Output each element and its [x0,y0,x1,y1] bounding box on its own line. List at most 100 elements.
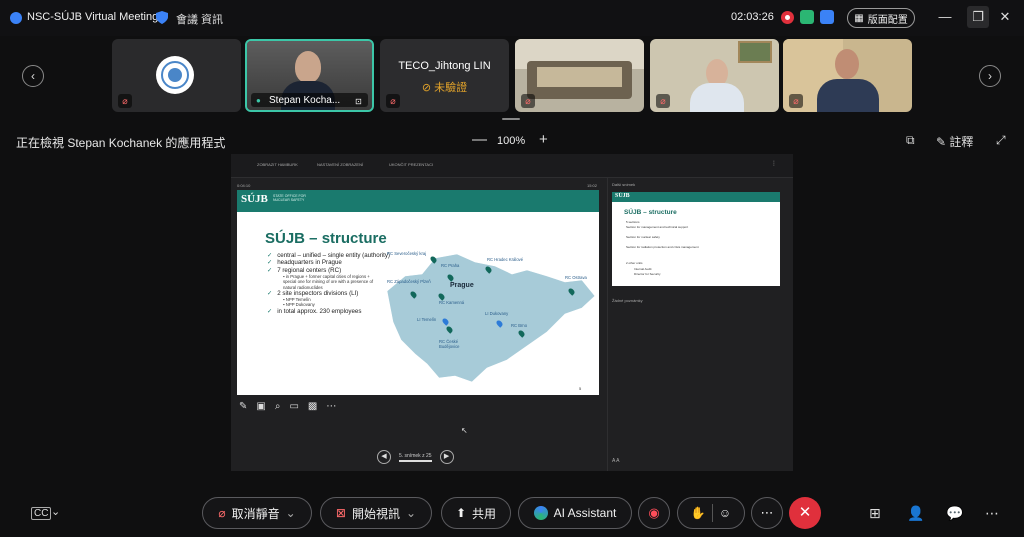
record-button[interactable]: ◉ [638,497,670,529]
ai-assistant-icon [533,506,548,520]
leave-meeting-button[interactable]: ✕ [789,497,821,529]
annotate-button[interactable]: ✎ 註釋 [936,133,973,150]
next-slide-line: Section for nuclear safety [626,235,660,239]
layout-button-label: 版面配置 [867,14,908,26]
meeting-info-link[interactable]: 會議 資訊 [176,11,223,27]
chat-icon[interactable]: 💬 [946,505,963,522]
video-off-icon: ⊠ [335,506,346,520]
zoom-in-button[interactable]: + [539,131,548,148]
share-icon: ⬆ [455,506,467,520]
raise-hand-icon[interactable]: ✋ [691,506,706,520]
share-label: 共用 [472,506,497,521]
next-slide-preview[interactable]: SÚJB SÚJB – structure 5 sections Section… [612,192,780,286]
chevron-down-icon[interactable]: ⌄ [51,505,60,518]
elapsed-time: 0:04:10 [237,183,251,188]
mouse-cursor: ↖ [461,426,468,435]
emoji-icon[interactable]: ☺ [719,506,731,520]
fullscreen-icon[interactable]: ⤢ [996,133,1006,148]
participants-icon[interactable]: 👤 [907,505,924,522]
toolbar-item[interactable]: UKONČIT PREZENTACI [389,162,433,167]
participant-name: Stepan Kocha... [269,95,341,106]
bullet-item: ✓ 2 site inspectors divisions (LI) [267,289,359,297]
zoom-out-button[interactable]: — [472,131,487,148]
next-slide-label: Další snímek [612,182,636,187]
map-label: RC Hradec Králové [487,257,524,262]
camera-icon[interactable]: ▩ [308,401,317,412]
bullet-item: ✓ headquarters in Prague [267,259,342,267]
speaker-notes: Žádné poznámky [612,298,643,303]
toolbar-item[interactable]: NASTAVENÍ ZOBRAZENÍ [317,162,363,167]
map-label: RC Kamenná [439,300,465,305]
mic-muted-icon: ⌀ [118,94,132,108]
more-options-button[interactable]: ⋯ [751,497,783,529]
pip-icon[interactable]: ⧉ [906,133,915,148]
resize-handle[interactable] [502,118,520,120]
mic-muted-icon: ⌀ [789,94,803,108]
current-slide: SÚJB STATE OFFICE FOR NUCLEAR SAFETY SÚJ… [237,190,599,395]
next-slide-button[interactable]: ▶ [439,450,454,464]
unmute-button[interactable]: ⌀ 取消靜音 ⌄ [202,497,312,529]
participant-tile[interactable]: ⌀ [650,39,779,112]
app-title: NSC-SÚJB Virtual Meeting [27,11,159,23]
stats-icon[interactable] [800,10,814,24]
share-button[interactable]: ⬆ 共用 [441,497,511,529]
prev-participants-button[interactable]: ‹ [22,65,44,87]
warning-icon: ⊘ [421,82,435,94]
next-slide-title: SÚJB – structure [624,209,677,216]
meeting-timer: 02:03:26 [731,11,774,23]
next-slide-line: Section for radiation protection and cri… [626,245,699,249]
more-panels-icon[interactable]: ⋯ [985,505,999,522]
magnifier-icon[interactable]: ⌕ [275,401,281,412]
pen-icon: ✎ [936,135,947,149]
more-icon[interactable]: ⋯ [326,401,336,412]
slide-title: SÚJB – structure [265,230,387,247]
presenter-toolbar: ZOBRAZIT HAMBURK NASTAVENÍ ZOBRAZENÍ UKO… [231,154,793,178]
sujb-logo-small: SÚJB [615,193,630,199]
map-label: RC Brno [511,323,528,328]
recording-icon[interactable] [781,11,794,24]
bullet-item: ✓ in total approx. 230 employees [267,307,362,315]
chevron-down-icon[interactable]: ⌄ [286,506,296,520]
organization-logo [156,56,194,94]
start-video-button[interactable]: ⊠ 開始視訊 ⌄ [320,497,432,529]
shield-icon[interactable] [156,11,168,24]
close-window-button[interactable]: ✕ [996,9,1014,25]
zoom-level: 100% [497,135,526,147]
participant-tile[interactable]: TECO_Jihtong LIN ⊘ 未驗證 ⌀ [380,39,509,112]
toolbar-item[interactable]: ZOBRAZIT HAMBURK [257,162,298,167]
next-participants-button[interactable]: › [979,65,1001,87]
slide-tools: ✎ ▣ ⌕ ▭ ▩ ⋯ [239,400,336,412]
participant-body [817,79,879,112]
layout-button[interactable]: ▦ 版面配置 [847,8,915,28]
prev-slide-button[interactable]: ◀ [377,450,391,464]
participant-tile[interactable]: ⌀ [112,39,241,112]
font-size-icon[interactable]: A A [612,458,620,464]
apps-icon[interactable]: ⊞ [869,505,881,522]
restore-button[interactable]: ❐ [967,6,989,28]
minimize-button[interactable]: — [936,9,954,24]
start-video-label: 開始視訊 [351,506,400,521]
annotate-label: 註釋 [949,135,974,149]
ai-assistant-button[interactable]: AI Assistant [518,497,632,529]
next-slide-line: Section for management and technical sup… [626,225,689,229]
participant-name: TECO_Jihtong LIN [398,60,491,72]
slide-number: 5 [579,386,582,391]
participant-tile-active[interactable]: ● Stepan Kocha... ⊡ [245,39,374,112]
participant-face [295,51,321,83]
chevron-down-icon[interactable]: ⌄ [406,506,416,520]
captions-icon[interactable]: CC [31,507,52,520]
title-bar: NSC-SÚJB Virtual Meeting 會議 資訊 02:03:26 … [0,0,1024,36]
mic-off-icon: ⌀ [218,506,226,520]
screen-icon[interactable]: ▭ [289,401,298,412]
participant-tile[interactable]: ⌀ [515,39,644,112]
participants-badge-icon[interactable] [820,10,834,24]
reactions-group: ✋ ☺ [677,497,745,529]
ai-assistant-label: AI Assistant [553,506,617,520]
pen-tool-icon[interactable]: ✎ [239,401,247,412]
map-label: LI Temelín [417,317,437,322]
presenter-clock: 15:02 [587,183,598,188]
participant-tile[interactable]: ⌀ [783,39,912,112]
more-options-icon[interactable]: ⋮ [771,160,777,167]
participant-body [690,83,744,112]
slides-grid-icon[interactable]: ▣ [256,401,265,412]
